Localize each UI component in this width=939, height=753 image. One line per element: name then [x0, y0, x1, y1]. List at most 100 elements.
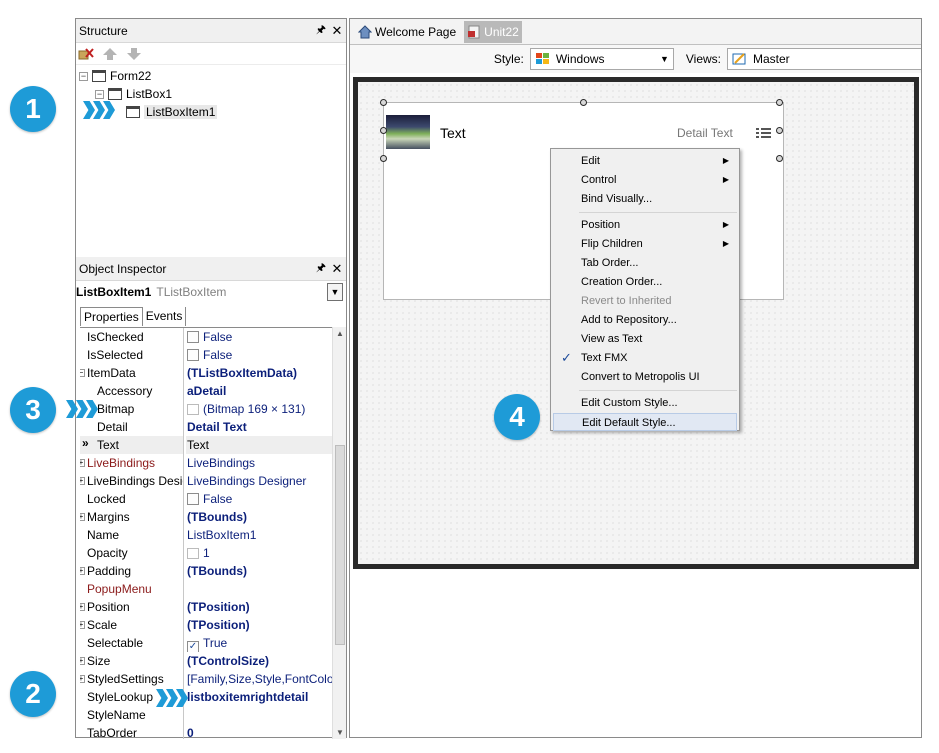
property-value[interactable]: False [186, 346, 332, 364]
scroll-down-icon[interactable]: ▼ [333, 728, 347, 737]
property-row[interactable]: Selectable ✓ True [80, 634, 332, 652]
tree-node-listboxitem[interactable]: ListBoxItem1 [126, 103, 218, 121]
chevron-right-icon: ▶ [722, 239, 729, 248]
tab-unit22[interactable]: Unit22 [464, 20, 522, 43]
menu-item[interactable]: View as Text [553, 330, 737, 348]
property-value[interactable]: [Family,Size,Style,FontColor] [186, 670, 332, 688]
resize-handle[interactable] [380, 99, 387, 106]
property-value[interactable]: LiveBindings Designer [186, 472, 332, 490]
checkbox[interactable] [187, 493, 199, 505]
menu-item[interactable]: Creation Order... [553, 273, 737, 291]
property-value[interactable] [186, 580, 332, 598]
arrow-up-icon[interactable] [102, 47, 118, 61]
menu-item[interactable]: Control ▶ [553, 171, 737, 189]
property-row[interactable]: Name ListBoxItem1 [80, 526, 332, 544]
property-value[interactable]: (TPosition) [186, 616, 332, 634]
property-row[interactable]: IsSelected False [80, 346, 332, 364]
property-value[interactable]: Text [186, 436, 332, 454]
tab-welcome-page[interactable]: Welcome Page [355, 21, 459, 43]
tree-node-form[interactable]: − Form22 [79, 67, 151, 85]
property-row[interactable]: IsChecked False [80, 328, 332, 346]
property-value[interactable]: False [186, 328, 332, 346]
menu-item[interactable]: Tab Order... [553, 254, 737, 272]
property-row[interactable]: +Position(TPosition) [80, 598, 332, 616]
menu-item[interactable]: Add to Repository... [553, 311, 737, 329]
menu-item[interactable]: Edit Default Style... [553, 413, 737, 431]
property-row[interactable]: Locked False [80, 490, 332, 508]
menu-item[interactable]: Bind Visually... [553, 190, 737, 208]
property-row[interactable]: PopupMenu [80, 580, 332, 598]
chevron-down-icon[interactable]: ▼ [660, 54, 669, 64]
resize-handle[interactable] [380, 127, 387, 134]
property-value-text: 1 [203, 546, 210, 560]
property-row[interactable]: +Scale(TPosition) [80, 616, 332, 634]
item-text: Text [440, 125, 466, 141]
property-value[interactable]: (TBounds) [186, 562, 332, 580]
tab-events[interactable]: Events [143, 307, 187, 326]
checkbox[interactable] [187, 349, 199, 361]
tab-properties[interactable]: Properties [80, 307, 143, 326]
checkbox[interactable] [187, 331, 199, 343]
property-row[interactable]: +Padding(TBounds) [80, 562, 332, 580]
property-value[interactable]: LiveBindings [186, 454, 332, 472]
object-selector[interactable]: ListBoxItem1 TListBoxItem ▼ [76, 281, 346, 303]
property-row[interactable]: +Size(TControlSize) [80, 652, 332, 670]
property-value[interactable]: listboxitemrightdetail [186, 688, 332, 706]
menu-item[interactable]: ✓ Text FMX [553, 349, 737, 367]
resize-handle[interactable] [776, 99, 783, 106]
property-row[interactable]: +Margins(TBounds) [80, 508, 332, 526]
property-value[interactable]: (Bitmap 169 × 131) [186, 400, 332, 418]
property-value[interactable]: (TPosition) [186, 598, 332, 616]
pin-icon[interactable]: 🖈 [314, 259, 328, 278]
property-value[interactable]: (TBounds) [186, 508, 332, 526]
property-grid-scrollbar[interactable]: ▲ ▼ [332, 327, 346, 739]
checkbox-checked[interactable]: ✓ [187, 641, 199, 652]
property-value[interactable]: Detail Text [186, 418, 332, 436]
property-row[interactable]: StyleName [80, 706, 332, 724]
menu-item[interactable]: Position ▶ [553, 216, 737, 234]
property-row[interactable]: TabOrder 0 [80, 724, 332, 739]
scroll-up-icon[interactable]: ▲ [333, 329, 347, 338]
close-icon[interactable]: ✕ [328, 23, 346, 39]
property-value[interactable]: (TListBoxItemData) [186, 364, 332, 382]
property-row[interactable]: Detail Detail Text [80, 418, 332, 436]
menu-item[interactable]: Convert to Metropolis UI [553, 368, 737, 386]
property-row[interactable]: Text Text» [80, 436, 332, 454]
property-row[interactable]: +LiveBindingsLiveBindings [80, 454, 332, 472]
resize-handle[interactable] [580, 99, 587, 106]
style-select[interactable]: Windows ▼ [529, 48, 674, 70]
collapse-icon[interactable]: − [79, 71, 88, 81]
pin-icon[interactable]: 🖈 [314, 21, 328, 40]
menu-item[interactable]: Edit Custom Style... [553, 394, 737, 412]
chevron-right-icon: ▶ [722, 220, 729, 229]
menu-item[interactable]: Flip Children ▶ [553, 235, 737, 253]
chevron-right-icon [156, 689, 188, 707]
chevron-down-icon[interactable]: ▼ [327, 283, 343, 301]
arrow-down-icon[interactable] [126, 47, 142, 61]
property-value[interactable] [186, 706, 332, 724]
property-value[interactable]: aDetail [186, 382, 332, 400]
property-row[interactable]: −ItemData(TListBoxItemData) [80, 364, 332, 382]
property-value[interactable]: 1 [186, 544, 332, 562]
views-select[interactable]: Master [727, 48, 921, 70]
delete-icon[interactable] [78, 47, 94, 61]
close-icon[interactable]: ✕ [328, 261, 346, 277]
resize-handle[interactable] [776, 155, 783, 162]
property-value[interactable]: False [186, 490, 332, 508]
property-value[interactable]: (TControlSize) [186, 652, 332, 670]
property-row[interactable]: StyleLookup listboxitemrightdetail [80, 688, 332, 706]
menu-item[interactable]: Edit ▶ [553, 152, 737, 170]
property-value[interactable]: 0 [186, 724, 332, 739]
property-value[interactable]: ListBoxItem1 [186, 526, 332, 544]
resize-handle[interactable] [380, 155, 387, 162]
menu-item[interactable]: Revert to Inherited [553, 292, 737, 310]
property-row[interactable]: +StyledSettings[Family,Size,Style,FontCo… [80, 670, 332, 688]
resize-handle[interactable] [776, 127, 783, 134]
property-row[interactable]: Opacity 1 [80, 544, 332, 562]
property-row[interactable]: +LiveBindings DesignerLiveBindings Desig… [80, 472, 332, 490]
property-row[interactable]: Bitmap (Bitmap 169 × 131) [80, 400, 332, 418]
scrollbar-thumb[interactable] [335, 445, 345, 645]
collapse-icon[interactable]: − [95, 89, 104, 99]
property-value[interactable]: ✓ True [186, 634, 332, 652]
property-row[interactable]: Accessory aDetail [80, 382, 332, 400]
